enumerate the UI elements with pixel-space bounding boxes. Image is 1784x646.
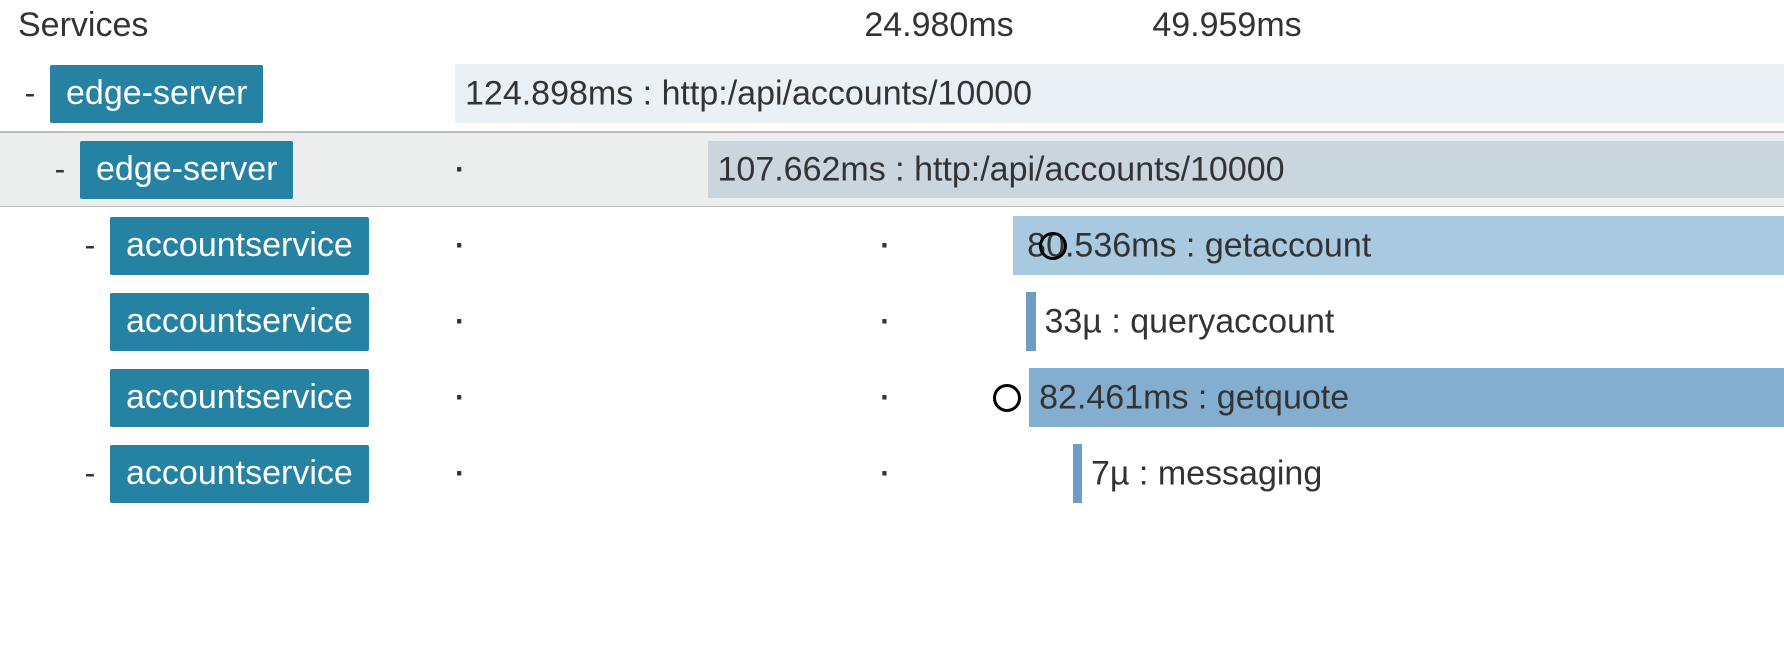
row-left: accountservice (0, 284, 455, 359)
collapse-toggle[interactable]: - (18, 75, 42, 112)
timeline: · · 33µ : queryaccount (455, 284, 1784, 359)
tick-dot: · (880, 457, 890, 491)
service-badge[interactable]: accountservice (110, 293, 369, 351)
collapse-toggle[interactable]: - (78, 455, 102, 492)
tick-dot: · (880, 381, 890, 415)
service-badge[interactable]: accountservice (110, 369, 369, 427)
timeline: · · 7µ : messaging (455, 436, 1784, 511)
service-badge[interactable]: edge-server (80, 141, 293, 199)
span-label: 82.461ms : getquote (1039, 378, 1349, 417)
service-badge[interactable]: accountservice (110, 445, 369, 503)
timeline: · 107.662ms : http:/api/accounts/10000 (455, 133, 1784, 206)
timeline: · · 80.536ms : getaccount (455, 208, 1784, 283)
row-left: -accountservice (0, 436, 455, 511)
span-marker-icon (1039, 232, 1067, 260)
trace-row[interactable]: -accountservice··7µ : messaging (0, 435, 1784, 511)
tick-dot: · (455, 229, 465, 263)
service-badge[interactable]: edge-server (50, 65, 263, 123)
services-column-header: Services (0, 6, 455, 45)
time-tick-2: 49.959ms (1013, 6, 1441, 45)
row-left: accountservice (0, 360, 455, 435)
row-left: -edge-server (0, 56, 455, 131)
span-label: 80.536ms : getaccount (1027, 226, 1371, 265)
span-bar[interactable] (1026, 292, 1035, 351)
row-left: -accountservice (0, 208, 455, 283)
trace-viewer: Services 24.980ms 49.959ms -edge-server·… (0, 0, 1784, 511)
span-label: 107.662ms : http:/api/accounts/10000 (718, 150, 1285, 189)
tick-dot: · (455, 381, 465, 415)
span-label: 33µ : queryaccount (1044, 302, 1334, 341)
trace-row[interactable]: -edge-server·124.898ms : http:/api/accou… (0, 55, 1784, 131)
trace-row[interactable]: -edge-server·107.662ms : http:/api/accou… (0, 131, 1784, 207)
header-row: Services 24.980ms 49.959ms (0, 0, 1784, 55)
row-left: -edge-server (0, 133, 455, 206)
span-bar[interactable] (1073, 444, 1082, 503)
collapse-toggle[interactable]: - (48, 151, 72, 188)
tick-dot: · (455, 153, 465, 187)
span-label: 124.898ms : http:/api/accounts/10000 (465, 74, 1032, 113)
collapse-toggle[interactable]: - (78, 227, 102, 264)
timeline: ·124.898ms : http:/api/accounts/10000 (455, 56, 1784, 131)
timeline: · · 82.461ms : getquote (455, 360, 1784, 435)
trace-row[interactable]: -accountservice··80.536ms : getaccount (0, 207, 1784, 283)
tick-dot: · (880, 305, 890, 339)
tick-dot: · (880, 229, 890, 263)
trace-row[interactable]: accountservice · · 33µ : queryaccount (0, 283, 1784, 359)
span-marker-icon (993, 384, 1021, 412)
service-badge[interactable]: accountservice (110, 217, 369, 275)
tick-dot: · (455, 305, 465, 339)
span-label: 7µ : messaging (1091, 454, 1322, 493)
tick-dot: · (455, 457, 465, 491)
trace-row[interactable]: accountservice · · 82.461ms : getquote (0, 359, 1784, 435)
